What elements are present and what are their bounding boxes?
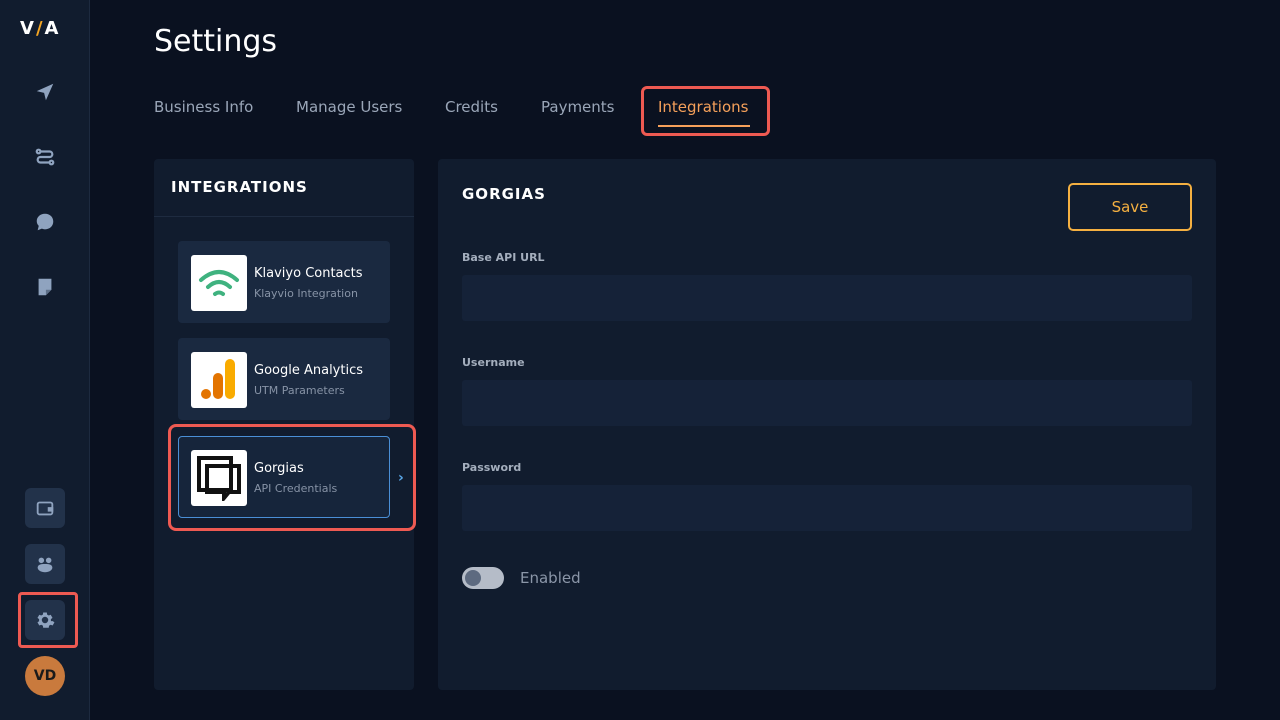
gear-icon[interactable]	[25, 600, 65, 640]
integration-card-klaviyo[interactable]: Klaviyo Contacts Klayvio Integration	[178, 241, 390, 323]
tab-integrations[interactable]: Integrations	[658, 98, 748, 116]
integration-name: Gorgias	[254, 461, 304, 476]
avatar[interactable]: VD	[25, 656, 65, 696]
enabled-toggle[interactable]	[462, 567, 504, 589]
tab-credits[interactable]: Credits	[445, 98, 498, 116]
chevron-right-icon: ›	[398, 470, 404, 486]
team-icon[interactable]	[25, 544, 65, 584]
send-icon[interactable]	[25, 72, 65, 112]
integration-subtitle: API Credentials	[254, 482, 338, 495]
password-input[interactable]	[462, 485, 1192, 531]
integration-title: GORGIAS	[462, 185, 546, 203]
integrations-panel-header: INTEGRATIONS	[154, 159, 414, 217]
enabled-label: Enabled	[520, 569, 581, 587]
route-icon[interactable]	[25, 137, 65, 177]
integration-subtitle: UTM Parameters	[254, 384, 345, 397]
save-button[interactable]: Save	[1068, 183, 1192, 231]
integration-subtitle: Klayvio Integration	[254, 287, 358, 300]
tab-manage-users[interactable]: Manage Users	[296, 98, 402, 116]
integration-detail-panel: GORGIAS Save Base API URL Username Passw…	[438, 159, 1216, 690]
integration-name: Klaviyo Contacts	[254, 266, 363, 281]
page-title: Settings	[154, 24, 278, 59]
analytics-icon	[191, 352, 247, 408]
username-label: Username	[462, 356, 525, 369]
tab-payments[interactable]: Payments	[541, 98, 614, 116]
integration-card-gorgias[interactable]: Gorgias API Credentials	[178, 436, 390, 518]
wifi-icon	[191, 255, 247, 311]
toggle-knob	[465, 570, 481, 586]
password-label: Password	[462, 461, 522, 474]
chat-icon[interactable]	[25, 202, 65, 242]
active-tab-underline	[658, 125, 750, 127]
username-input[interactable]	[462, 380, 1192, 426]
tab-business-info[interactable]: Business Info	[154, 98, 253, 116]
sidebar: V/A VD	[0, 0, 90, 720]
integrations-panel: INTEGRATIONS Klaviyo Contacts Klayvio In…	[154, 159, 414, 690]
wallet-icon[interactable]	[25, 488, 65, 528]
base-api-url-label: Base API URL	[462, 251, 545, 264]
integration-name: Google Analytics	[254, 363, 364, 378]
integration-card-google-analytics[interactable]: Google Analytics UTM Parameters	[178, 338, 390, 420]
note-icon[interactable]	[25, 267, 65, 307]
via-logo[interactable]: V/A	[20, 18, 72, 40]
gorgias-icon	[191, 450, 247, 506]
base-api-url-input[interactable]	[462, 275, 1192, 321]
